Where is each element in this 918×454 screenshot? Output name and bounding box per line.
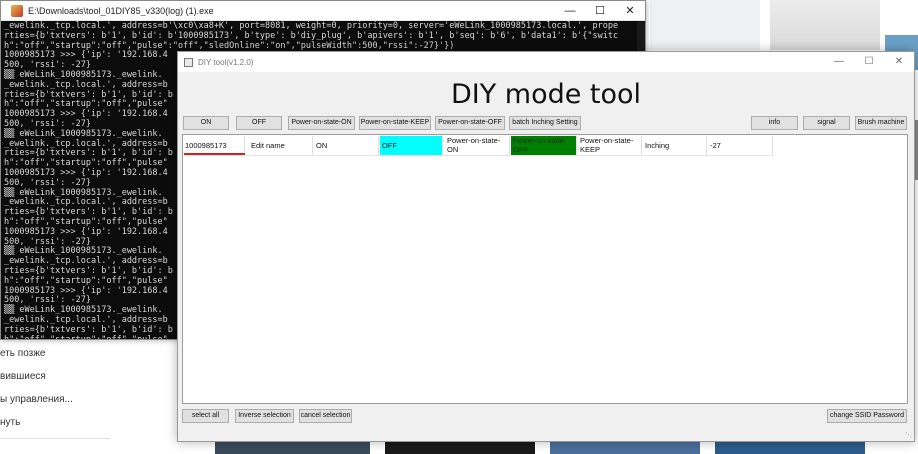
device-table[interactable]: 1000985173 Edit name ON OFF Power-on-sta… [182, 134, 908, 404]
diy-tool-window[interactable]: DIY tool(v1.2.0) — ☐ ✕ DIY mode tool ON … [177, 51, 915, 442]
app-icon [11, 4, 23, 17]
product-image-bottom-4 [715, 442, 865, 454]
power-on-state-keep-cell[interactable]: Power-on-state-KEEP [578, 136, 642, 155]
console-window-title: E:\Downloads\tool_01DIY85_v330(log) (1).… [28, 5, 214, 16]
select-all-button[interactable]: select all [182, 409, 229, 423]
signal-button[interactable]: signal [803, 116, 850, 130]
row-divider [183, 155, 773, 156]
close-icon[interactable]: ✕ [615, 1, 645, 21]
console-titlebar[interactable]: E:\Downloads\tool_01DIY85_v330(log) (1).… [1, 1, 645, 21]
edit-name-cell[interactable]: Edit name [249, 136, 313, 155]
inching-cell[interactable]: Inching [643, 136, 707, 155]
product-image-top-2 [770, 0, 880, 50]
background-link[interactable]: ы управления... [0, 388, 110, 411]
brush-machine-button[interactable]: Brush machine [855, 116, 907, 130]
cancel-selection-button[interactable]: cancel selection [299, 409, 352, 423]
on-cell[interactable]: ON [314, 136, 379, 155]
rssi-cell: -27 [708, 136, 773, 155]
background-link[interactable]: нуть [0, 411, 110, 434]
on-button[interactable]: ON [183, 116, 229, 130]
change-ssid-password-button[interactable]: change SSID Password [827, 409, 907, 423]
power-on-state-on-button[interactable]: Power-on-state-ON [288, 116, 355, 130]
window-icon [184, 57, 193, 67]
close-icon[interactable]: ✕ [884, 52, 914, 72]
maximize-icon[interactable]: ☐ [854, 52, 884, 72]
power-on-state-off-cell[interactable]: Power-on-state-OFF [511, 136, 577, 155]
off-button[interactable]: OFF [236, 116, 282, 130]
resize-grip-icon[interactable]: ⋱ [905, 431, 912, 439]
off-cell[interactable]: OFF [380, 136, 443, 155]
power-on-state-on-cell[interactable]: Power-on-state-ON [445, 136, 510, 155]
background-link[interactable]: вившиеся [0, 365, 110, 388]
diy-window-title: DIY tool(v1.2.0) [198, 57, 254, 67]
product-image-bottom-1 [215, 442, 370, 454]
diy-titlebar[interactable]: DIY tool(v1.2.0) — ☐ ✕ [178, 52, 914, 72]
product-image-top-1 [650, 0, 760, 50]
info-button[interactable]: info [751, 116, 798, 130]
background-divider [0, 438, 110, 439]
product-image-bottom-3 [550, 442, 700, 454]
background-link-list: еть позже вившиеся ы управления... нуть [0, 342, 110, 434]
background-link[interactable]: еть позже [0, 342, 110, 365]
maximize-icon[interactable]: ☐ [585, 1, 615, 21]
inverse-selection-button[interactable]: Inverse selection [235, 409, 294, 423]
minimize-icon[interactable]: — [555, 1, 585, 21]
product-image-bottom-2 [385, 442, 535, 454]
batch-inching-setting-button[interactable]: batch Inching Setting [509, 116, 581, 130]
page-title: DIY mode tool [450, 79, 642, 110]
minimize-icon[interactable]: — [824, 52, 854, 72]
power-on-state-keep-button[interactable]: Power-on-state-KEEP [359, 116, 431, 130]
power-on-state-off-button[interactable]: Power-on-state-OFF [435, 116, 505, 130]
